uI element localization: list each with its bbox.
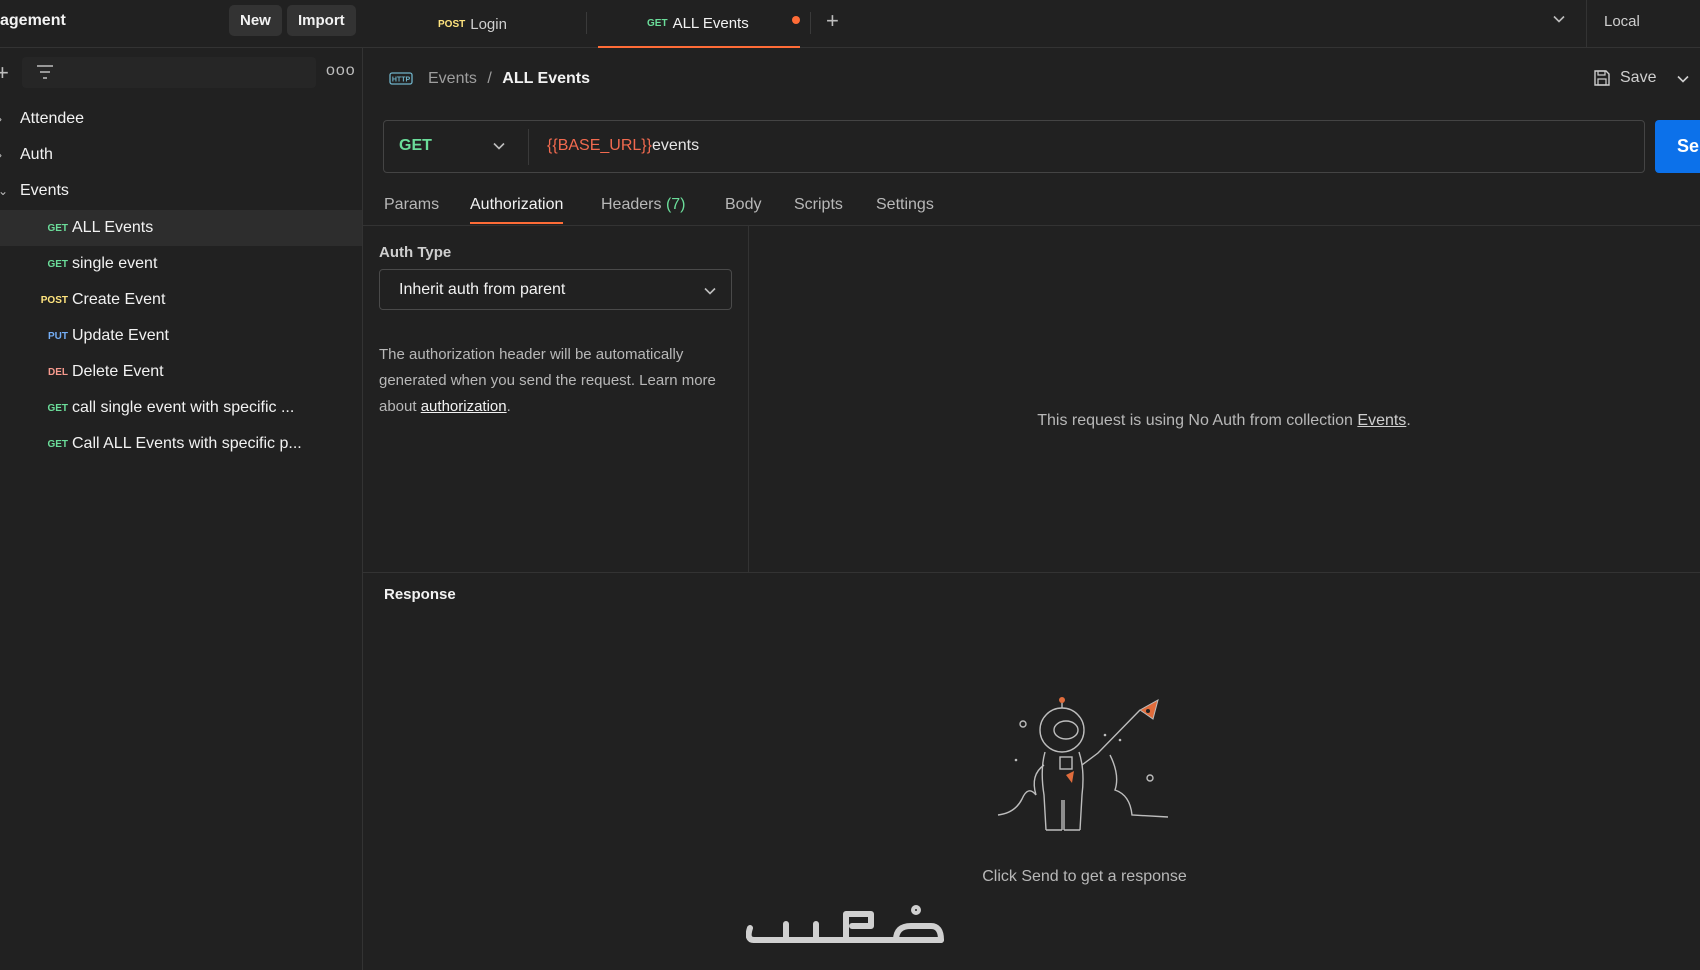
method-chevron-down-icon[interactable]: [492, 139, 506, 153]
url-divider: [528, 129, 529, 165]
save-chevron-down-icon[interactable]: [1676, 72, 1690, 86]
tab-label: ALL Events: [672, 14, 749, 32]
top-bar: agement New Import POST Login GET ALL Ev…: [0, 0, 1700, 48]
http-icon: HTTP: [389, 72, 413, 85]
astronaut-rocket-illustration: [997, 697, 1169, 831]
request-method: GET: [47, 438, 68, 450]
sidebar-search-input[interactable]: [22, 57, 316, 88]
breadcrumb: Events / ALL Events: [428, 70, 590, 88]
request-method: GET: [47, 258, 68, 270]
response-divider[interactable]: [363, 572, 1700, 573]
tabs-divider: [363, 225, 1700, 226]
breadcrumb-parent[interactable]: Events: [428, 70, 477, 87]
tab-divider: [586, 12, 587, 34]
chevron-right-icon: ›: [0, 148, 2, 162]
new-button[interactable]: New: [229, 5, 282, 36]
folder-events[interactable]: ⌄ Events: [0, 173, 362, 209]
filter-icon[interactable]: [36, 64, 54, 80]
url-input[interactable]: {{BASE_URL}}events: [547, 137, 699, 155]
request-label: Create Event: [72, 291, 166, 308]
url-variable: {{BASE_URL}}: [547, 137, 652, 154]
new-tab-plus-icon[interactable]: +: [826, 8, 839, 34]
folder-attendee[interactable]: › Attendee: [0, 101, 362, 137]
more-options-icon[interactable]: ooo: [326, 62, 356, 80]
response-title: Response: [384, 586, 456, 603]
request-item[interactable]: GET Call ALL Events with specific p...: [0, 426, 362, 462]
tab-method: POST: [438, 18, 466, 30]
auth-type-label: Auth Type: [379, 244, 452, 261]
workspace-title[interactable]: agement: [0, 12, 66, 30]
unsaved-dot-icon: [792, 16, 800, 24]
request-item[interactable]: GET single event: [0, 246, 362, 282]
request-method: GET: [47, 222, 68, 234]
collection-events-link[interactable]: Events: [1357, 412, 1406, 429]
tabs-chevron-down-icon[interactable]: [1552, 12, 1566, 26]
method-select[interactable]: GET: [399, 137, 432, 155]
tab-scripts[interactable]: Scripts: [794, 196, 843, 222]
chevron-right-icon: ›: [0, 112, 2, 126]
url-bar: GET {{BASE_URL}}events: [383, 120, 1645, 173]
tab-login[interactable]: POST Login: [438, 0, 507, 48]
request-item[interactable]: DEL Delete Event: [0, 354, 362, 390]
request-item[interactable]: GET ALL Events: [0, 210, 362, 246]
chevron-down-icon: [704, 287, 716, 295]
request-label: Delete Event: [72, 363, 164, 380]
svg-text:HTTP: HTTP: [392, 77, 411, 84]
tab-authorization[interactable]: Authorization: [470, 196, 564, 224]
tab-headers-label: Headers: [601, 196, 662, 213]
add-collection-plus-icon[interactable]: +: [0, 60, 9, 86]
authorization-link[interactable]: authorization: [421, 398, 507, 415]
auth-help-text: The authorization header will be automat…: [379, 342, 729, 420]
folder-label: Auth: [20, 146, 53, 163]
khamsat-watermark-logo: [746, 905, 944, 943]
request-method: DEL: [48, 366, 68, 378]
tab-all-events[interactable]: GET ALL Events: [598, 0, 800, 48]
request-method: POST: [40, 294, 68, 306]
request-method: PUT: [48, 330, 68, 342]
tab-headers[interactable]: Headers (7): [601, 196, 686, 222]
breadcrumb-separator: /: [487, 70, 492, 87]
url-path: events: [651, 137, 700, 154]
auth-help-end: .: [506, 398, 511, 415]
tab-params[interactable]: Params: [384, 196, 439, 222]
no-auth-text: This request is using No Auth from colle…: [1037, 412, 1358, 429]
tab-label: Login: [470, 15, 507, 33]
no-auth-message: This request is using No Auth from colle…: [748, 412, 1700, 430]
request-item[interactable]: GET call single event with specific ...: [0, 390, 362, 426]
request-label: Call ALL Events with specific p...: [72, 435, 302, 452]
request-label: Update Event: [72, 327, 169, 344]
request-method: GET: [47, 402, 68, 414]
tab-divider: [810, 12, 811, 34]
save-icon: [1594, 70, 1610, 86]
auth-type-value: Inherit auth from parent: [399, 281, 566, 298]
tab-method: GET: [647, 17, 668, 29]
request-label: single event: [72, 255, 158, 272]
save-button[interactable]: Save: [1592, 68, 1656, 88]
breadcrumb-current[interactable]: ALL Events: [502, 70, 590, 87]
tab-body[interactable]: Body: [725, 196, 761, 222]
auth-type-select[interactable]: Inherit auth from parent: [379, 269, 732, 310]
request-item[interactable]: PUT Update Event: [0, 318, 362, 354]
request-item[interactable]: POST Create Event: [0, 282, 362, 318]
folder-label: Events: [20, 182, 69, 199]
send-button[interactable]: Se: [1655, 120, 1700, 173]
folder-label: Attendee: [20, 110, 85, 127]
response-hint: Click Send to get a response: [982, 868, 1187, 885]
save-label: Save: [1620, 69, 1657, 86]
tab-settings[interactable]: Settings: [876, 196, 934, 222]
chevron-down-icon: ⌄: [0, 184, 9, 198]
no-auth-end: .: [1406, 412, 1411, 429]
auth-panel-divider: [748, 226, 749, 572]
request-label: call single event with specific ...: [72, 399, 295, 416]
folder-auth[interactable]: › Auth: [0, 137, 362, 173]
request-label: ALL Events: [72, 219, 154, 236]
environment-selector[interactable]: Local: [1604, 13, 1640, 30]
headers-count-badge: (7): [665, 196, 686, 213]
env-divider: [1586, 0, 1587, 48]
sidebar: + ooo › Attendee › Auth ⌄ Events GET ALL…: [0, 48, 363, 970]
import-button[interactable]: Import: [287, 5, 356, 36]
